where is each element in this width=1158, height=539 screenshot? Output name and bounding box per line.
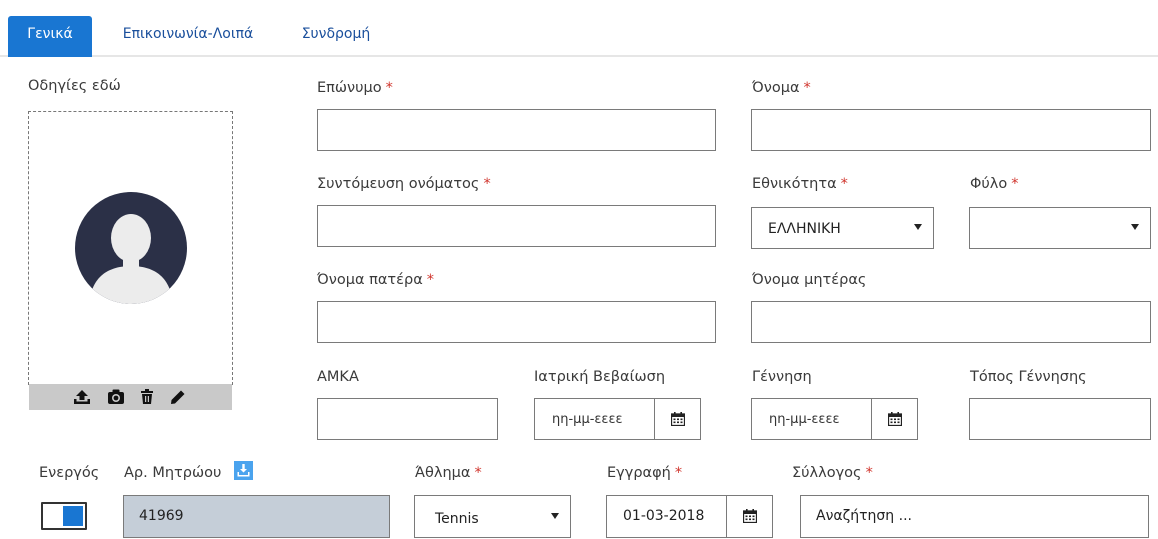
photo-instructions-label: Οδηγίες εδώ: [28, 78, 121, 94]
calendar-button[interactable]: [726, 496, 772, 537]
first-name-input[interactable]: [751, 109, 1151, 151]
download-icon: [237, 464, 250, 477]
calendar-icon: [743, 509, 757, 523]
photo-toolbar: [29, 384, 232, 410]
amka-label: ΑΜΚΑ: [317, 369, 359, 385]
father-name-label: Όνομα πατέρα *: [317, 272, 435, 288]
father-name-input[interactable]: [317, 301, 716, 343]
medical-cert-date-input[interactable]: ηη-μμ-εεεε: [534, 398, 701, 440]
camera-icon[interactable]: [107, 389, 125, 405]
calendar-icon: [671, 412, 685, 426]
mother-name-input[interactable]: [751, 301, 1151, 343]
nationality-label: Εθνικότητα *: [752, 176, 848, 192]
registry-no-input[interactable]: 41969: [123, 495, 390, 538]
tab-general[interactable]: Γενικά: [8, 16, 92, 57]
amka-input[interactable]: [317, 398, 498, 440]
sport-select[interactable]: Tennis: [414, 495, 571, 538]
pencil-icon[interactable]: [170, 389, 186, 405]
tab-label: Επικοινωνία-Λοιπά: [122, 26, 254, 42]
avatar-placeholder-icon: [75, 192, 187, 304]
club-label: Σύλλογος *: [792, 465, 873, 481]
gender-label: Φύλο *: [970, 176, 1019, 192]
nationality-select[interactable]: ΕΛΛΗΝΙΚΗ: [751, 207, 934, 249]
active-toggle[interactable]: [41, 502, 87, 530]
medical-cert-label: Ιατρική Βεβαίωση: [534, 369, 666, 385]
birthplace-label: Τόπος Γέννησης: [970, 369, 1087, 385]
calendar-button[interactable]: [871, 399, 917, 439]
trash-icon[interactable]: [140, 389, 154, 405]
birthplace-input[interactable]: [969, 398, 1151, 440]
upload-icon[interactable]: [73, 389, 91, 405]
tab-bar: Γενικά Επικοινωνία-Λοιπά Συνδρομή: [0, 0, 1158, 57]
registration-date-input[interactable]: 01-03-2018: [606, 495, 773, 538]
chevron-down-icon: [551, 513, 559, 519]
calendar-button[interactable]: [654, 399, 700, 439]
registration-label: Εγγραφή *: [607, 465, 683, 481]
name-abbrev-input[interactable]: [317, 205, 716, 247]
tab-label: Συνδρομή: [301, 26, 371, 42]
surname-label: Επώνυμο *: [317, 80, 393, 96]
club-search-input[interactable]: Αναζήτηση ...: [800, 495, 1149, 538]
registry-no-label: Αρ. Μητρώου: [124, 465, 222, 481]
photo-drop-zone[interactable]: [28, 111, 233, 385]
tab-subscription[interactable]: Συνδρομή: [286, 16, 386, 57]
mother-name-label: Όνομα μητέρας: [752, 272, 867, 288]
calendar-icon: [888, 412, 902, 426]
chevron-down-icon: [1131, 224, 1139, 230]
registry-download-button[interactable]: [234, 461, 253, 480]
surname-input[interactable]: [317, 109, 716, 151]
gender-select[interactable]: [969, 207, 1151, 249]
tab-label: Γενικά: [27, 26, 73, 42]
toggle-knob: [63, 506, 83, 526]
birth-date-input[interactable]: ηη-μμ-εεεε: [751, 398, 918, 440]
first-name-label: Όνομα *: [752, 80, 811, 96]
birth-label: Γέννηση: [752, 369, 812, 385]
active-label: Ενεργός: [39, 465, 100, 481]
tab-contact-misc[interactable]: Επικοινωνία-Λοιπά: [104, 16, 272, 57]
chevron-down-icon: [914, 224, 922, 230]
name-abbrev-label: Συντόμευση ονόματος *: [317, 176, 491, 192]
sport-label: Άθλημα *: [415, 465, 482, 481]
